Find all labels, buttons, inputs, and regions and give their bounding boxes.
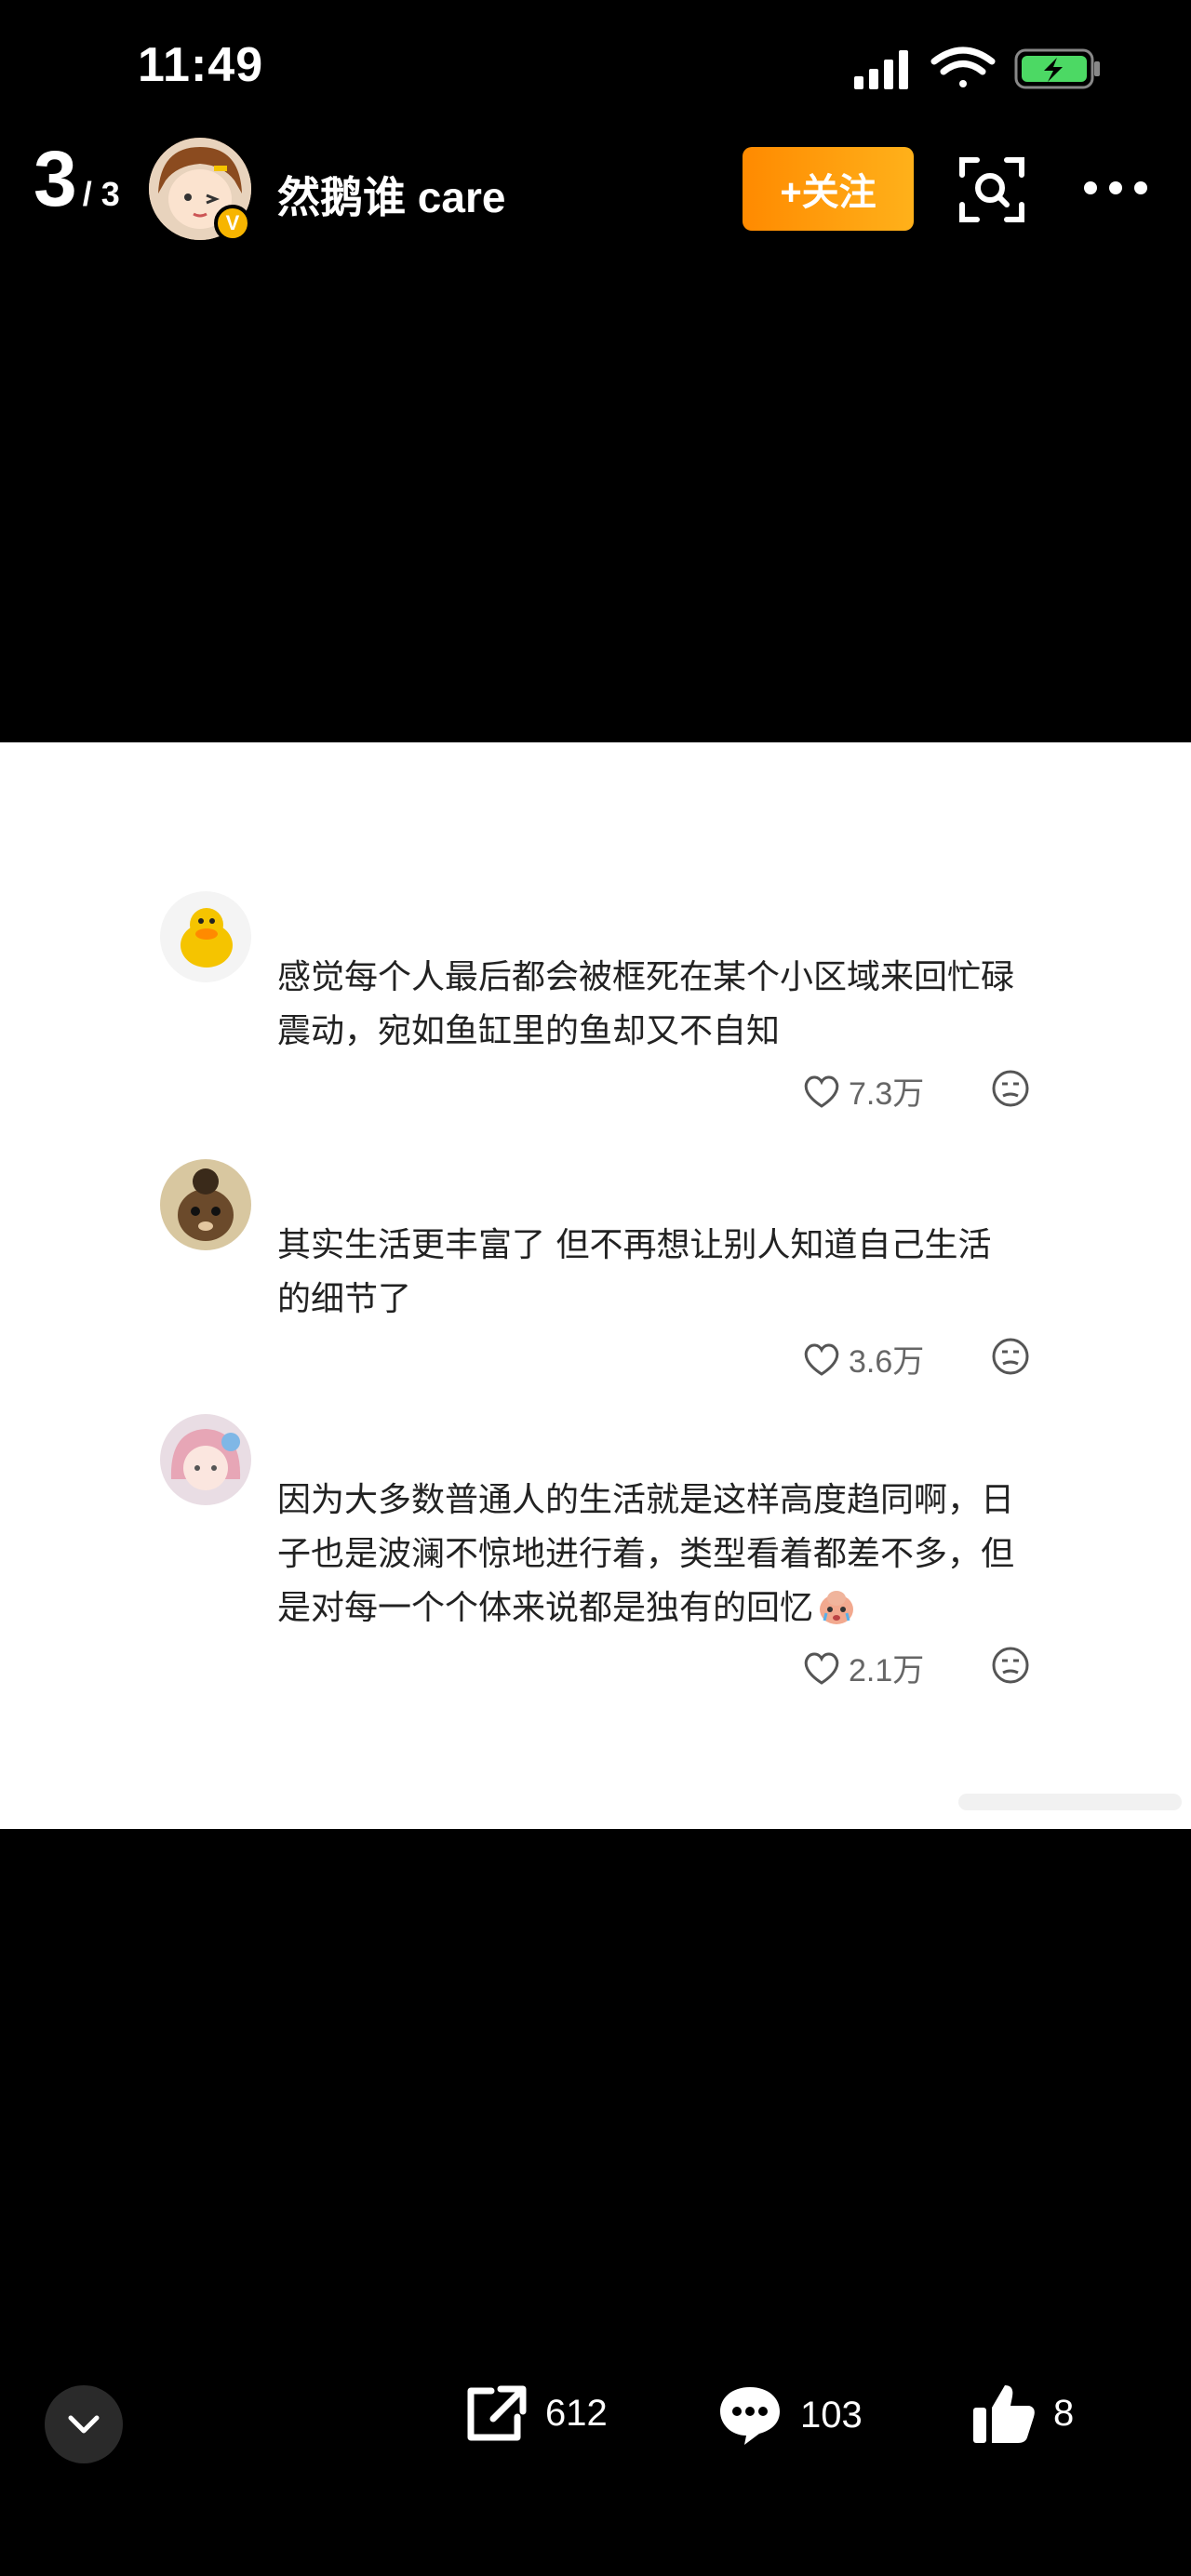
duck-avatar-icon — [160, 891, 251, 982]
comment-like-button[interactable]: 7.3万 — [802, 1068, 924, 1114]
share-count: 612 — [545, 2392, 608, 2434]
anime-girl-avatar-icon — [160, 1414, 251, 1505]
page-current: 3 — [33, 135, 77, 222]
comment-like-button[interactable]: 3.6万 — [802, 1336, 924, 1381]
comment-avatar-cat — [160, 1159, 251, 1250]
signal-icon — [854, 50, 908, 89]
heart-icon — [804, 1652, 839, 1685]
comment-like-count: 2.1万 — [849, 1653, 925, 1688]
cat-avatar-icon — [160, 1159, 251, 1250]
author-username[interactable]: 然鹅谁 care — [277, 164, 505, 225]
comment-like-count: 3.6万 — [849, 1344, 925, 1380]
follow-button[interactable]: +关注 — [743, 147, 914, 231]
comment-text-content: 因为大多数普通人的生活就是这样高度趋同啊，日子也是波澜不惊地进行着，类型看着都差… — [277, 1481, 1015, 1627]
thumbs-up-icon — [973, 2385, 1035, 2443]
dislike-icon[interactable] — [990, 1068, 1031, 1109]
comment-avatar-anime-girl — [160, 1414, 251, 1505]
like-button[interactable]: 8 — [971, 2382, 1074, 2445]
status-time: 11:49 — [138, 38, 264, 92]
crying-emoji-icon — [820, 1591, 854, 1624]
share-button[interactable]: 612 — [463, 2383, 608, 2443]
comment-bubble-icon — [720, 2387, 780, 2445]
heart-icon — [804, 1075, 839, 1108]
collapse-button[interactable] — [45, 2385, 123, 2463]
comment-button[interactable]: 103 — [716, 2383, 863, 2447]
share-icon — [467, 2385, 527, 2441]
wifi-icon — [930, 47, 996, 87]
comment-like-button[interactable]: 2.1万 — [802, 1645, 924, 1690]
comment-count: 103 — [800, 2394, 863, 2436]
comment-text: 感觉每个人最后都会被框死在某个小区域来回忙碌震动，宛如鱼缸里的鱼却又不自知 — [277, 958, 1015, 1050]
comment-like-count: 7.3万 — [849, 1076, 925, 1112]
scan-icon[interactable] — [958, 156, 1025, 223]
status-icons — [854, 47, 1100, 89]
watermark — [958, 1794, 1182, 1810]
comment-avatar-duck — [160, 891, 251, 982]
dislike-icon[interactable] — [990, 1645, 1031, 1686]
comment-text: 其实生活更丰富了 但不再想让别人知道自己生活的细节了 — [277, 1226, 992, 1318]
comment-text: 因为大多数普通人的生活就是这样高度趋同啊，日子也是波澜不惊地进行着，类型看着都差… — [277, 1474, 1022, 1635]
page-total: / 3 — [82, 175, 120, 213]
heart-icon — [804, 1343, 839, 1376]
more-icon[interactable] — [1083, 175, 1148, 201]
like-count: 8 — [1053, 2392, 1075, 2434]
dislike-icon[interactable] — [990, 1336, 1031, 1377]
chevron-down-icon — [68, 2415, 100, 2434]
battery-icon — [1014, 48, 1100, 89]
page-indicator: 3/ 3 — [33, 140, 120, 218]
verified-badge: V — [214, 205, 251, 242]
